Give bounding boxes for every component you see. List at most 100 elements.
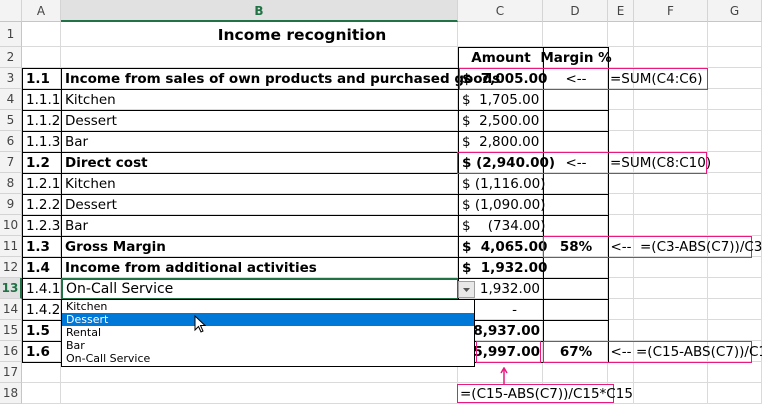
dropdown-option[interactable]: Rental xyxy=(62,326,474,339)
grid-cell[interactable] xyxy=(634,194,708,215)
grid-cell[interactable] xyxy=(608,89,634,110)
dropdown-list[interactable]: Kitchen Dessert Rental Bar On-Call Service xyxy=(61,299,475,367)
dropdown-option[interactable]: On-Call Service xyxy=(62,352,474,365)
row-label: Dessert xyxy=(61,194,459,216)
grid-cell[interactable] xyxy=(608,320,634,341)
grid-cell[interactable] xyxy=(608,173,634,194)
dropdown-arrow-button[interactable] xyxy=(458,281,475,298)
dropdown-option[interactable]: Bar xyxy=(62,339,474,352)
grid-cell[interactable] xyxy=(634,89,708,110)
grid-cell[interactable] xyxy=(608,278,634,299)
grid-cell[interactable] xyxy=(608,257,634,278)
row-label[interactable]: On-Call Service xyxy=(61,278,459,300)
grid-cell[interactable] xyxy=(608,22,634,47)
row-header-8[interactable]: 8 xyxy=(0,173,22,194)
row-code: 1.4.1 xyxy=(22,278,62,300)
row-header-16[interactable]: 16 xyxy=(0,341,22,362)
grid-cell[interactable] xyxy=(708,383,762,404)
grid-cell[interactable] xyxy=(708,131,762,152)
grid-cell[interactable] xyxy=(608,110,634,131)
grid-cell[interactable] xyxy=(608,215,634,236)
grid-cell[interactable] xyxy=(708,110,762,131)
grid-cell[interactable] xyxy=(22,47,61,68)
grid-cell[interactable] xyxy=(708,362,762,383)
grid-cell[interactable] xyxy=(708,320,762,341)
row-header-2[interactable]: 2 xyxy=(0,47,22,68)
grid-cell[interactable] xyxy=(543,362,608,383)
grid-cell[interactable] xyxy=(22,383,61,404)
margin-cell xyxy=(543,320,609,342)
dropdown-option[interactable]: Kitchen xyxy=(62,300,474,313)
margin-header: Margin % xyxy=(540,47,612,69)
row-header-3[interactable]: 3 xyxy=(0,68,22,89)
grid-cell[interactable] xyxy=(543,22,608,47)
grid-cell[interactable] xyxy=(22,362,61,383)
row-header-15[interactable]: 15 xyxy=(0,320,22,341)
row-code: 1.5 xyxy=(22,320,62,342)
row-header-13[interactable]: 13 xyxy=(0,278,22,299)
amount-cell: $ (1,090.00) xyxy=(458,194,546,216)
margin-cell xyxy=(543,215,609,237)
grid-cell[interactable] xyxy=(708,47,762,68)
grid-cell[interactable] xyxy=(634,299,708,320)
row-header-18[interactable]: 18 xyxy=(0,383,22,404)
chevron-down-icon xyxy=(463,288,470,292)
grid-cell[interactable] xyxy=(608,194,634,215)
margin-cell xyxy=(543,299,609,321)
row-header-17[interactable]: 17 xyxy=(0,362,22,383)
grid-cell[interactable] xyxy=(708,257,762,278)
grid-cell[interactable] xyxy=(634,362,708,383)
grid-cell[interactable] xyxy=(22,22,61,47)
row-header-12[interactable]: 12 xyxy=(0,257,22,278)
grid-cell[interactable] xyxy=(708,215,762,236)
row-header-6[interactable]: 6 xyxy=(0,131,22,152)
row-label: Kitchen xyxy=(61,89,459,111)
grid-cell[interactable] xyxy=(708,194,762,215)
grid-cell[interactable] xyxy=(61,383,458,404)
margin-cell xyxy=(543,173,609,195)
grid-cell[interactable] xyxy=(708,278,762,299)
grid-cell[interactable] xyxy=(608,362,634,383)
mouse-cursor-icon xyxy=(194,314,207,333)
row-header-5[interactable]: 5 xyxy=(0,110,22,131)
grid-cell[interactable] xyxy=(634,383,708,404)
row-header-1[interactable]: 1 xyxy=(0,22,22,47)
column-header-d[interactable]: D xyxy=(543,0,608,22)
grid-cell[interactable] xyxy=(634,110,708,131)
grid-cell[interactable] xyxy=(608,131,634,152)
column-header-c[interactable]: C xyxy=(458,0,543,22)
grid-cell[interactable] xyxy=(634,215,708,236)
grid-cell[interactable] xyxy=(634,47,708,68)
row-header-4[interactable]: 4 xyxy=(0,89,22,110)
grid-cell[interactable] xyxy=(634,22,708,47)
select-all-corner[interactable] xyxy=(0,0,22,22)
row-label: Dessert xyxy=(61,110,459,132)
row-header-9[interactable]: 9 xyxy=(0,194,22,215)
row-header-7[interactable]: 7 xyxy=(0,152,22,173)
amount-header: Amount xyxy=(458,47,544,69)
formula-note: =(C15-ABS(C7))/C15 xyxy=(636,343,762,360)
grid-cell[interactable] xyxy=(708,299,762,320)
grid-cell[interactable] xyxy=(634,278,708,299)
column-header-b[interactable]: B xyxy=(61,0,458,22)
row-label: Direct cost xyxy=(61,152,459,174)
column-header-f[interactable]: F xyxy=(634,0,708,22)
row-code: 1.4.2 xyxy=(22,299,62,321)
row-header-14[interactable]: 14 xyxy=(0,299,22,320)
grid-cell[interactable] xyxy=(634,257,708,278)
grid-cell[interactable] xyxy=(634,131,708,152)
grid-cell[interactable] xyxy=(708,89,762,110)
column-header-e[interactable]: E xyxy=(608,0,634,22)
grid-cell[interactable] xyxy=(708,22,762,47)
grid-cell[interactable] xyxy=(61,47,458,68)
grid-cell[interactable] xyxy=(634,320,708,341)
row-code: 1.3 xyxy=(22,236,62,258)
grid-cell[interactable] xyxy=(608,299,634,320)
column-header-g[interactable]: G xyxy=(708,0,762,22)
dropdown-option[interactable]: Dessert xyxy=(62,313,474,326)
row-header-10[interactable]: 10 xyxy=(0,215,22,236)
row-header-11[interactable]: 11 xyxy=(0,236,22,257)
grid-cell[interactable] xyxy=(708,173,762,194)
grid-cell[interactable] xyxy=(634,173,708,194)
column-header-a[interactable]: A xyxy=(22,0,61,22)
